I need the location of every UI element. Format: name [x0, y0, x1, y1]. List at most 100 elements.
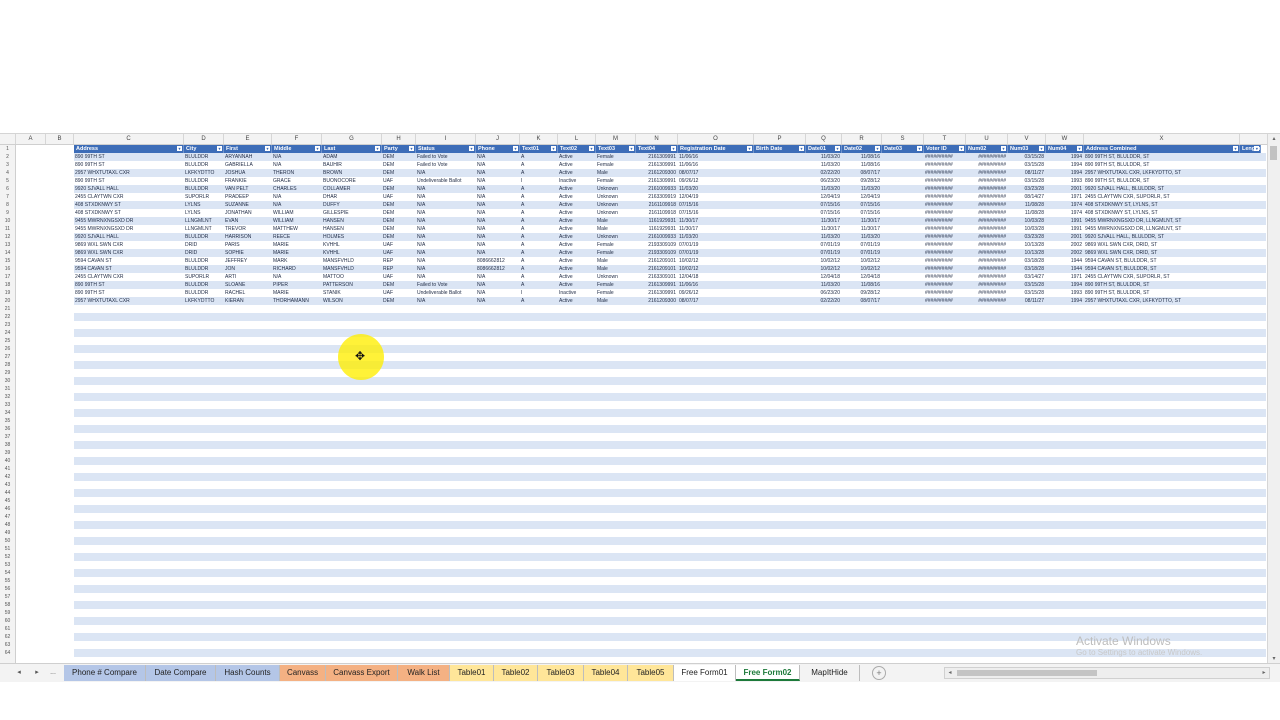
table-cell[interactable]: 03/23/28	[1008, 233, 1046, 241]
table-cell[interactable]: 890 99TH ST, BLULDDR, ST	[1084, 281, 1240, 289]
table-cell[interactable]	[882, 289, 924, 297]
table-cell[interactable]: 9920 SJVALL HALL, BLULDDR, ST	[1084, 185, 1240, 193]
table-cell[interactable]: Male	[596, 217, 636, 225]
table-cell[interactable]: 9869 WXL SWN CXR, DRID, ST	[1084, 241, 1240, 249]
table-cell[interactable]: 9869 WXL SWN CXR, DRID, ST	[1084, 249, 1240, 257]
table-cell[interactable]: N/A	[272, 273, 322, 281]
table-cell[interactable]: ##########	[924, 241, 966, 249]
table-header-cell[interactable]: City ▾	[184, 145, 224, 153]
row-header[interactable]: 13	[0, 241, 15, 249]
table-cell[interactable]: 10/02/12	[842, 257, 882, 265]
table-cell[interactable]: ##########	[966, 281, 1008, 289]
table-cell[interactable]: ADAM	[322, 153, 382, 161]
filter-dropdown-icon[interactable]: ▾	[917, 146, 922, 151]
table-cell[interactable]: 11/03/20	[806, 281, 842, 289]
row-header[interactable]: 4	[0, 169, 15, 177]
row-header[interactable]: 16	[0, 265, 15, 273]
row-header[interactable]: 12	[0, 233, 15, 241]
table-cell[interactable]: 11/30/17	[842, 217, 882, 225]
table-cell[interactable]	[882, 209, 924, 217]
table-cell[interactable]: 03/15/28	[1008, 177, 1046, 185]
table-cell[interactable]: UAF	[382, 289, 416, 297]
horizontal-scroll-thumb[interactable]	[957, 670, 1097, 676]
table-cell[interactable]: PATTERSON	[322, 281, 382, 289]
table-cell[interactable]: N/A	[476, 241, 520, 249]
table-cell[interactable]: ##########	[924, 281, 966, 289]
table-cell[interactable]: PARIS	[224, 241, 272, 249]
table-cell[interactable]: Failed to Vote	[416, 153, 476, 161]
table-cell[interactable]: LYLNS	[184, 201, 224, 209]
table-cell[interactable]: 03/14/27	[1008, 273, 1046, 281]
table-cell[interactable]: WILLIAM	[272, 209, 322, 217]
table-cell[interactable]: 08/11/27	[1008, 297, 1046, 305]
column-header[interactable]: W	[1046, 134, 1084, 144]
table-cell[interactable]: 11/03/20	[806, 161, 842, 169]
row-header[interactable]: 8	[0, 201, 15, 209]
scroll-left-arrow-icon[interactable]: ◂	[945, 668, 955, 678]
table-cell[interactable]	[754, 241, 806, 249]
table-cell[interactable]: 2455 CLAYTWN CXR, SUPORLR, ST	[1084, 273, 1240, 281]
next-sheet-icon[interactable]: ▸	[30, 666, 44, 680]
table-cell[interactable]: A	[520, 297, 558, 305]
table-cell[interactable]: FRANKIE	[224, 177, 272, 185]
table-cell[interactable]: 10/02/12	[842, 265, 882, 273]
table-cell[interactable]: EVAN	[224, 217, 272, 225]
sheet-tab[interactable]: Walk List	[398, 665, 450, 681]
table-header-cell[interactable]: Middle ▾	[272, 145, 322, 153]
table-cell[interactable]: ##########	[924, 185, 966, 193]
table-cell[interactable]: N/A	[416, 217, 476, 225]
table-cell[interactable]: 9594 CAVAN ST, BLULDDR, ST	[1084, 257, 1240, 265]
table-cell[interactable]: Female	[596, 249, 636, 257]
table-header-cell[interactable]: Phone ▾	[476, 145, 520, 153]
table-cell[interactable]	[882, 169, 924, 177]
filter-dropdown-icon[interactable]: ▾	[375, 146, 380, 151]
table-cell[interactable]: COLLAMER	[322, 185, 382, 193]
table-cell[interactable]: 08/07/17	[842, 297, 882, 305]
table-cell[interactable]: N/A	[476, 209, 520, 217]
table-cell[interactable]: 890 99TH ST, BLULDDR, ST	[1084, 177, 1240, 185]
table-cell[interactable]: 11/03/20	[842, 233, 882, 241]
table-header-cell[interactable]: First ▾	[224, 145, 272, 153]
table-cell[interactable]: HANSEN	[322, 217, 382, 225]
table-cell[interactable]: 11/03/20	[806, 185, 842, 193]
row-header[interactable]: 45	[0, 497, 15, 505]
table-cell[interactable]: 03/23/28	[1008, 185, 1046, 193]
table-cell[interactable]: 890 99TH ST, BLULDDR, ST	[1084, 161, 1240, 169]
scroll-right-arrow-icon[interactable]: ▸	[1259, 668, 1269, 678]
table-cell[interactable]: ##########	[924, 153, 966, 161]
table-cell[interactable]: 10/02/12	[806, 265, 842, 273]
table-cell[interactable]	[754, 273, 806, 281]
table-header-cell[interactable]: Registration Date ▾	[678, 145, 754, 153]
table-cell[interactable]: Female	[596, 161, 636, 169]
table-cell[interactable]: 08/07/17	[678, 297, 754, 305]
row-header[interactable]: 29	[0, 369, 15, 377]
filter-dropdown-icon[interactable]: ▾	[629, 146, 634, 151]
table-cell[interactable]: BLULDDR	[184, 257, 224, 265]
table-cell[interactable]: KVHHL	[322, 241, 382, 249]
table-cell[interactable]: BAUHIR	[322, 161, 382, 169]
table-cell[interactable]: Inactive	[558, 177, 596, 185]
table-cell[interactable]: 890 99TH ST, BLULDDR, ST	[1084, 153, 1240, 161]
table-cell[interactable]	[754, 169, 806, 177]
table-cell[interactable]	[754, 257, 806, 265]
column-header[interactable]: D	[184, 134, 224, 144]
table-cell[interactable]: 06/23/20	[806, 289, 842, 297]
table-cell[interactable]: N/A	[272, 153, 322, 161]
row-header[interactable]: 63	[0, 641, 15, 649]
table-cell[interactable]: 2161009933	[636, 233, 678, 241]
table-cell[interactable]: LKFKYDTTO	[184, 297, 224, 305]
row-header[interactable]: 40	[0, 457, 15, 465]
table-cell[interactable]	[882, 185, 924, 193]
row-header[interactable]: 23	[0, 321, 15, 329]
table-cell[interactable]: 890 99TH ST	[74, 281, 184, 289]
column-header[interactable]: V	[1008, 134, 1046, 144]
table-cell[interactable]	[754, 289, 806, 297]
table-cell[interactable]	[882, 257, 924, 265]
table-cell[interactable]: 06/23/20	[806, 177, 842, 185]
table-cell[interactable]: 1971	[1046, 193, 1084, 201]
table-cell[interactable]: Unknown	[596, 185, 636, 193]
table-cell[interactable]: 1161929931	[636, 225, 678, 233]
row-header[interactable]: 30	[0, 377, 15, 385]
table-cell[interactable]: Active	[558, 281, 596, 289]
column-header[interactable]: T	[924, 134, 966, 144]
